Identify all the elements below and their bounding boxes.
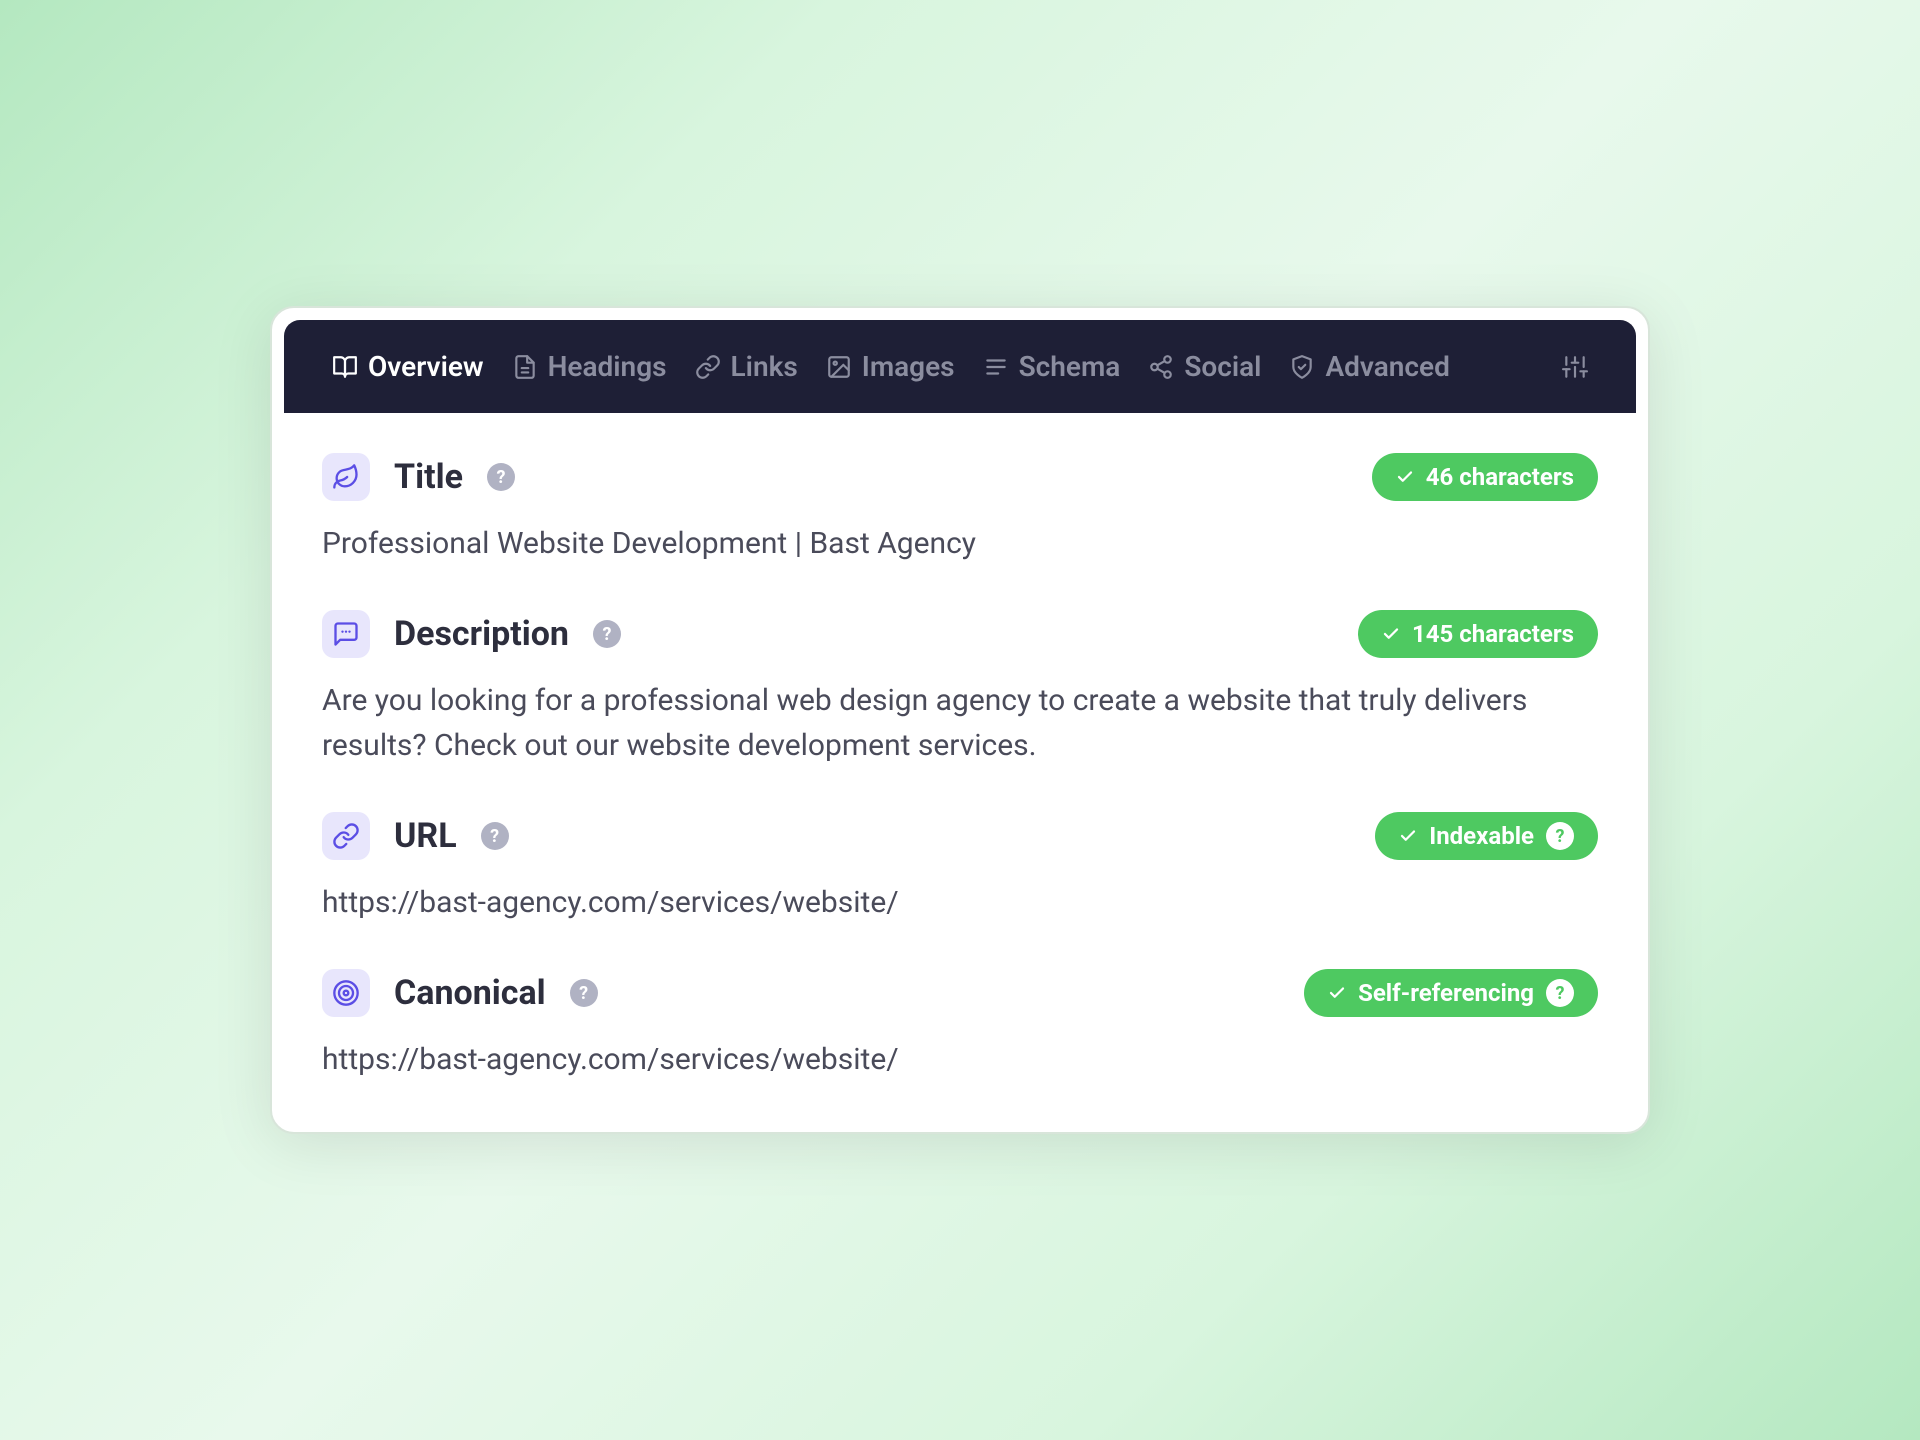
section-header: Canonical ? Self-referencing ? bbox=[322, 969, 1598, 1017]
description-value: Are you looking for a professional web d… bbox=[322, 678, 1598, 768]
tab-advanced[interactable]: Advanced bbox=[1289, 350, 1449, 383]
tab-overview[interactable]: Overview bbox=[332, 350, 484, 383]
tab-label: Social bbox=[1184, 350, 1261, 383]
check-icon bbox=[1382, 625, 1400, 643]
url-section: URL ? Indexable ? https://bast-agency.co… bbox=[322, 812, 1598, 925]
tab-images[interactable]: Images bbox=[826, 350, 955, 383]
help-icon[interactable]: ? bbox=[593, 620, 621, 648]
status-badge: Self-referencing ? bbox=[1304, 969, 1598, 1017]
nav-bar: Overview Headings Links Images Schema bbox=[284, 320, 1636, 413]
target-icon bbox=[322, 969, 370, 1017]
section-title-group: URL ? bbox=[322, 812, 509, 860]
section-header: Description ? 145 characters bbox=[322, 610, 1598, 658]
check-icon bbox=[1328, 984, 1346, 1002]
badge-text: Self-referencing bbox=[1358, 979, 1534, 1007]
badge-help-icon[interactable]: ? bbox=[1546, 822, 1574, 850]
tab-label: Overview bbox=[368, 350, 484, 383]
section-header: URL ? Indexable ? bbox=[322, 812, 1598, 860]
image-icon bbox=[826, 354, 852, 380]
settings-button[interactable] bbox=[1562, 354, 1588, 380]
help-icon[interactable]: ? bbox=[481, 822, 509, 850]
status-badge: Indexable ? bbox=[1375, 812, 1598, 860]
section-label: Description bbox=[394, 614, 569, 654]
tab-headings[interactable]: Headings bbox=[512, 350, 667, 383]
title-section: Title ? 46 characters Professional Websi… bbox=[322, 453, 1598, 566]
status-badge: 46 characters bbox=[1372, 453, 1598, 501]
list-icon bbox=[983, 354, 1009, 380]
section-label: Title bbox=[394, 457, 463, 497]
tab-label: Advanced bbox=[1325, 350, 1449, 383]
url-value: https://bast-agency.com/services/website… bbox=[322, 880, 1598, 925]
section-label: URL bbox=[394, 816, 457, 856]
tab-label: Images bbox=[862, 350, 955, 383]
check-icon bbox=[1399, 827, 1417, 845]
seo-panel: Overview Headings Links Images Schema bbox=[270, 306, 1650, 1134]
help-icon[interactable]: ? bbox=[570, 979, 598, 1007]
section-header: Title ? 46 characters bbox=[322, 453, 1598, 501]
check-icon bbox=[1396, 468, 1414, 486]
link-icon bbox=[695, 354, 721, 380]
section-title-group: Canonical ? bbox=[322, 969, 598, 1017]
canonical-section: Canonical ? Self-referencing ? https://b… bbox=[322, 969, 1598, 1082]
description-section: Description ? 145 characters Are you loo… bbox=[322, 610, 1598, 768]
book-icon bbox=[332, 354, 358, 380]
tab-social[interactable]: Social bbox=[1148, 350, 1261, 383]
tab-label: Headings bbox=[548, 350, 667, 383]
share-icon bbox=[1148, 354, 1174, 380]
badge-help-icon[interactable]: ? bbox=[1546, 979, 1574, 1007]
section-title-group: Description ? bbox=[322, 610, 621, 658]
message-icon bbox=[322, 610, 370, 658]
help-icon[interactable]: ? bbox=[487, 463, 515, 491]
canonical-value: https://bast-agency.com/services/website… bbox=[322, 1037, 1598, 1082]
badge-text: 145 characters bbox=[1412, 620, 1574, 648]
leaf-icon bbox=[322, 453, 370, 501]
tab-links[interactable]: Links bbox=[695, 350, 798, 383]
shield-icon bbox=[1289, 354, 1315, 380]
sliders-icon bbox=[1562, 354, 1588, 380]
section-title-group: Title ? bbox=[322, 453, 515, 501]
title-value: Professional Website Development | Bast … bbox=[322, 521, 1598, 566]
content-area: Title ? 46 characters Professional Websi… bbox=[272, 413, 1648, 1132]
badge-text: 46 characters bbox=[1426, 463, 1574, 491]
tab-label: Links bbox=[731, 350, 798, 383]
tab-label: Schema bbox=[1019, 350, 1121, 383]
link-icon bbox=[322, 812, 370, 860]
tab-schema[interactable]: Schema bbox=[983, 350, 1121, 383]
badge-text: Indexable bbox=[1429, 822, 1534, 850]
section-label: Canonical bbox=[394, 973, 546, 1013]
status-badge: 145 characters bbox=[1358, 610, 1598, 658]
file-icon bbox=[512, 354, 538, 380]
